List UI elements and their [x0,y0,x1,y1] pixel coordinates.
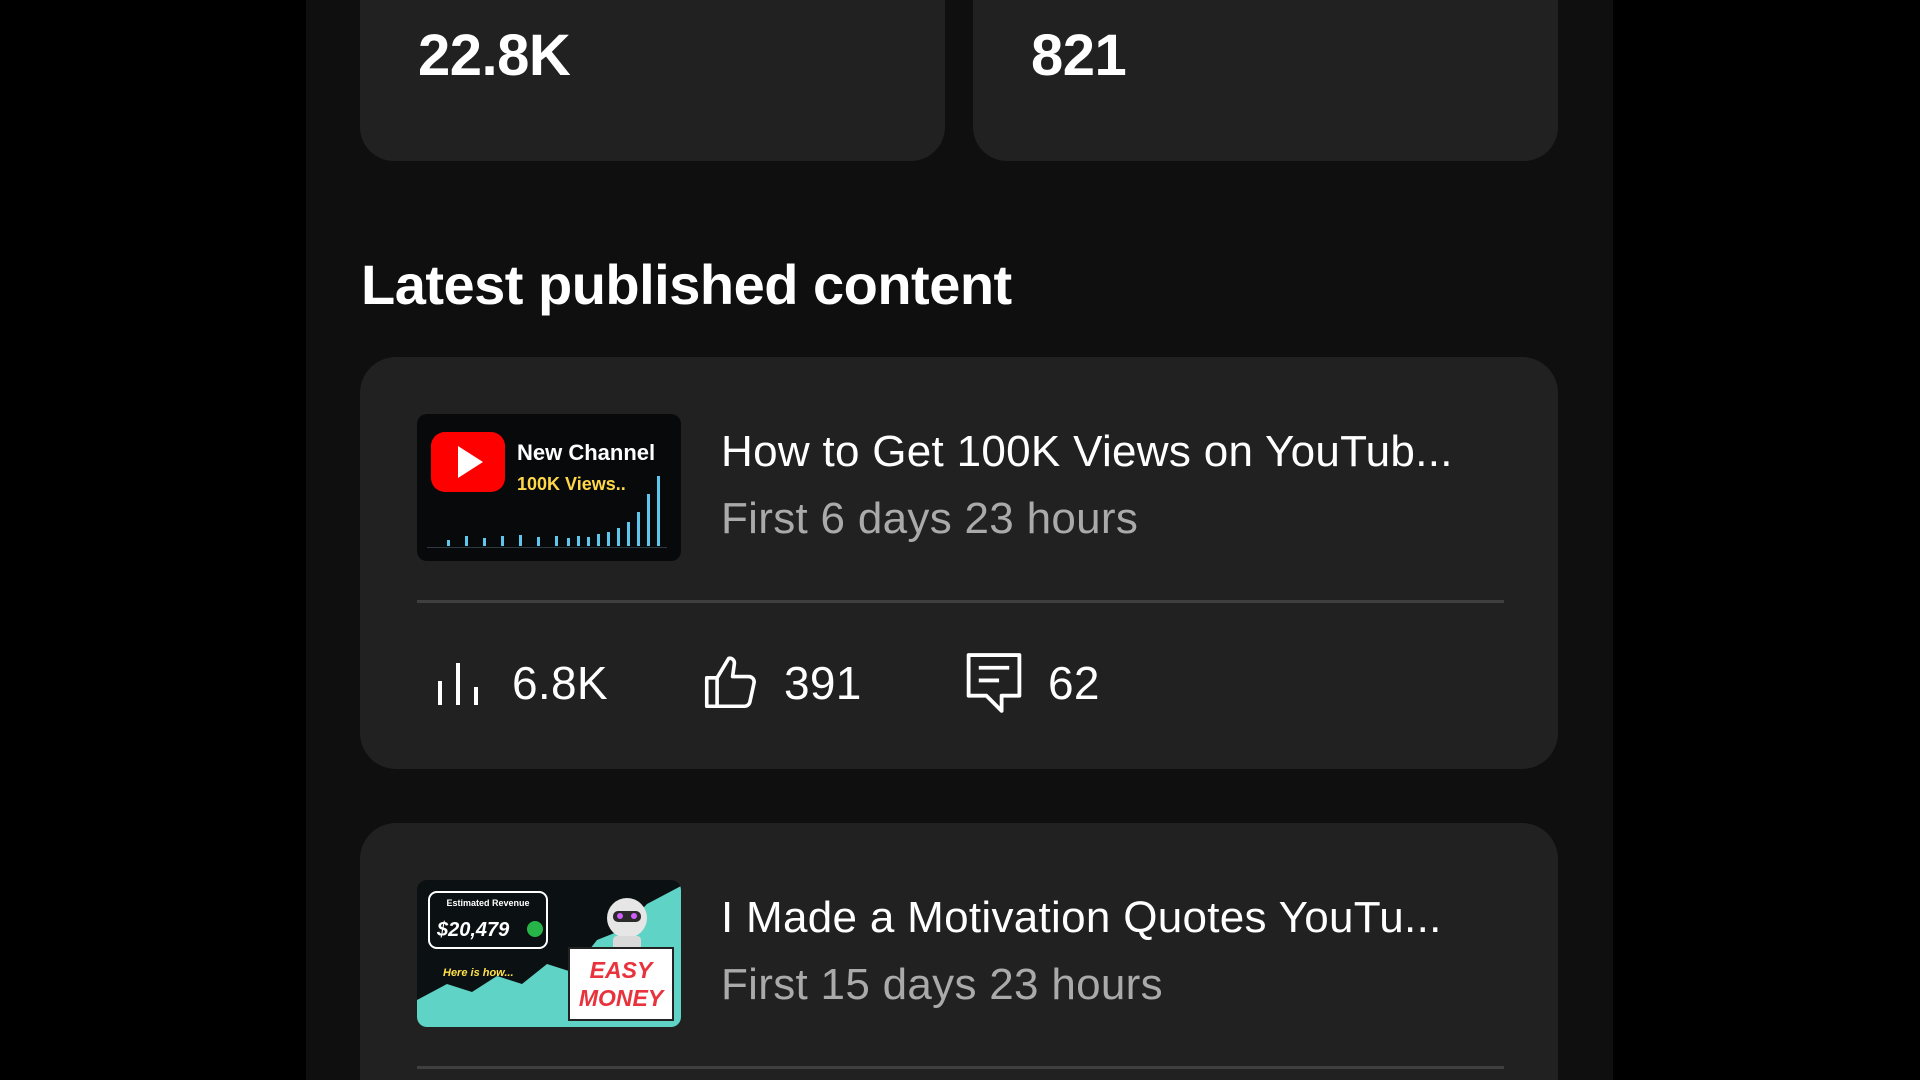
likes-metric: 391 [698,647,862,719]
video-period: First 6 days 23 hours [721,494,1139,543]
thumbnail-note: Here is how... [443,967,514,979]
likes-count: 391 [784,657,862,709]
thumbnail-amount: $20,479 [436,919,510,941]
stat-card-views[interactable]: 22.8K [360,0,945,161]
stat-card-subscribers[interactable]: 821 [973,0,1558,161]
thumbnail-badge-label: Estimated Revenue [446,898,529,908]
youtube-play-icon [431,432,505,492]
video-title[interactable]: How to Get 100K Views on YouTub... [721,427,1521,477]
comment-icon [962,651,1026,715]
thumbnail-sign-line2: MONEY [579,985,666,1011]
comments-metric: 62 [962,647,1100,719]
thumbnail-line2: 100K Views.. [517,474,626,494]
divider [417,600,1504,603]
comments-count: 62 [1048,657,1100,709]
views-count: 6.8K [512,657,608,709]
section-title: Latest published content [361,253,1012,316]
stat-value: 821 [1031,23,1127,88]
video-period: First 15 days 23 hours [721,960,1163,1009]
app-screen: 22.8K 821 Latest published content New C… [306,0,1613,1080]
video-thumbnail[interactable]: New Channel 100K Views.. [417,414,681,561]
stat-value: 22.8K [418,23,571,88]
thumbs-up-icon [698,651,762,715]
thumbnail-sign-line1: EASY [590,957,655,983]
video-card[interactable]: New Channel 100K Views.. How to Get 100K… [360,357,1558,769]
divider [417,1066,1504,1069]
video-thumbnail[interactable]: Estimated Revenue $20,479 Here is how...… [417,880,681,1027]
thumbnail-line1: New Channel [517,440,655,465]
video-title[interactable]: I Made a Motivation Quotes YouTu... [721,893,1521,943]
video-card[interactable]: Estimated Revenue $20,479 Here is how...… [360,823,1558,1080]
bar-chart-icon [426,651,490,715]
views-metric: 6.8K [426,647,608,719]
